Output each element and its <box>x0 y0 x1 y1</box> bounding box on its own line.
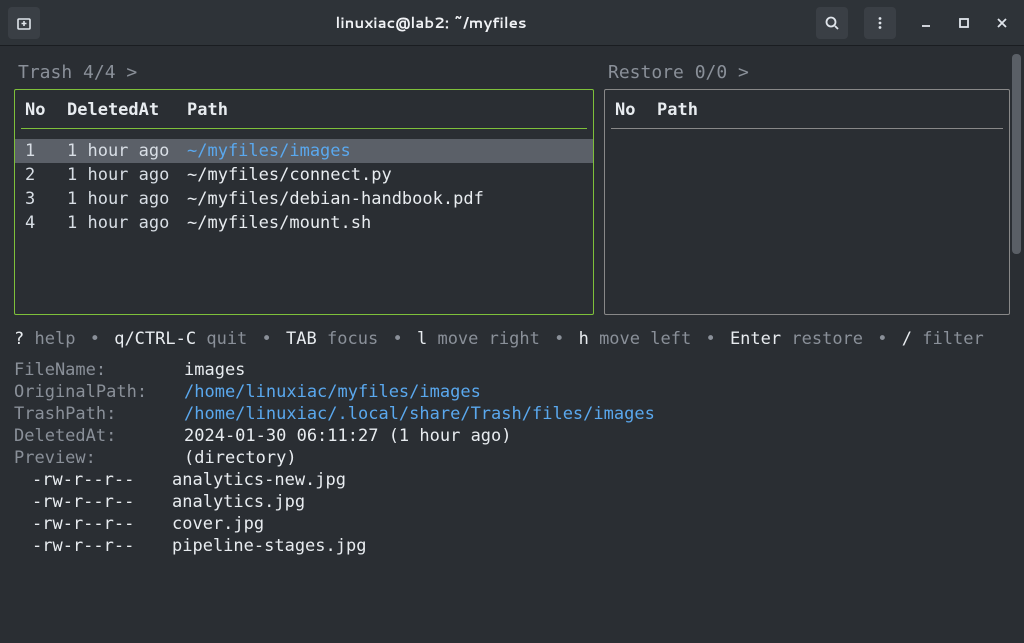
titlebar-left <box>8 7 46 39</box>
help-bar: ? help • q/CTRL-C quit • TAB focus • l m… <box>14 323 1010 355</box>
detail-deletedat: DeletedAt: 2024-01-30 06:11:27 (1 hour a… <box>14 425 1010 447</box>
table-row[interactable]: 2 1 hour ago ~/myfiles/connect.py <box>15 163 593 187</box>
table-row[interactable]: 1 1 hour ago ~/myfiles/images <box>15 139 593 163</box>
restore-pane: Restore 0/0 > No Path <box>604 58 1010 315</box>
terminal-body[interactable]: Trash 4/4 > No DeletedAt Path 1 1 hour a… <box>0 46 1024 643</box>
table-row[interactable]: 3 1 hour ago ~/myfiles/debian-handbook.p… <box>15 187 593 211</box>
search-button[interactable] <box>816 7 848 39</box>
restore-table-header: No Path <box>605 96 1009 128</box>
trash-pane-box[interactable]: No DeletedAt Path 1 1 hour ago ~/myfiles… <box>14 89 594 315</box>
trash-pane-header: Trash 4/4 > <box>14 58 594 89</box>
restore-table-divider <box>611 128 1003 129</box>
menu-button[interactable] <box>864 7 896 39</box>
preview-file: -rw-r--r-- pipeline-stages.jpg <box>14 535 1010 557</box>
col-deletedat: DeletedAt <box>67 100 187 120</box>
preview-file: -rw-r--r-- analytics.jpg <box>14 491 1010 513</box>
scrollbar-thumb[interactable] <box>1012 54 1021 254</box>
maximize-button[interactable] <box>950 9 978 37</box>
panes-container: Trash 4/4 > No DeletedAt Path 1 1 hour a… <box>14 58 1010 315</box>
table-row[interactable]: 4 1 hour ago ~/myfiles/mount.sh <box>15 211 593 235</box>
window-titlebar: linuxiac@lab2: ~/myfiles <box>0 0 1024 46</box>
new-tab-button[interactable] <box>8 7 40 39</box>
col-path: Path <box>657 100 999 120</box>
preview-file: -rw-r--r-- cover.jpg <box>14 513 1010 535</box>
trash-table-header: No DeletedAt Path <box>15 96 593 128</box>
trash-table-divider <box>21 128 587 129</box>
minimize-button[interactable] <box>912 9 940 37</box>
titlebar-right <box>816 7 1016 39</box>
col-path: Path <box>187 100 583 120</box>
col-no: No <box>25 100 67 120</box>
restore-pane-box[interactable]: No Path <box>604 89 1010 315</box>
col-no: No <box>615 100 657 120</box>
close-button[interactable] <box>988 9 1016 37</box>
detail-originalpath: OriginalPath: /home/linuxiac/myfiles/ima… <box>14 381 1010 403</box>
detail-preview: Preview: (directory) <box>14 447 1010 469</box>
detail-trashpath: TrashPath: /home/linuxiac/.local/share/T… <box>14 403 1010 425</box>
details-panel: FileName: images OriginalPath: /home/lin… <box>14 355 1010 557</box>
detail-filename: FileName: images <box>14 359 1010 381</box>
trash-pane: Trash 4/4 > No DeletedAt Path 1 1 hour a… <box>14 58 594 315</box>
restore-pane-header: Restore 0/0 > <box>604 58 1010 89</box>
preview-file: -rw-r--r-- analytics-new.jpg <box>14 469 1010 491</box>
window-title: linuxiac@lab2: ~/myfiles <box>46 12 816 33</box>
